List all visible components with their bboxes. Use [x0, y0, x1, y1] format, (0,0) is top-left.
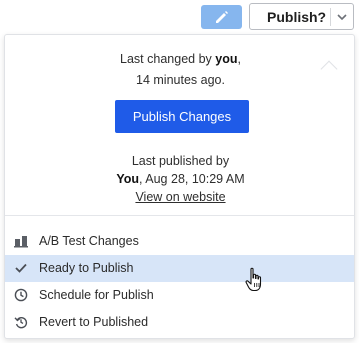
menu-item-label: Schedule for Publish: [39, 288, 154, 302]
menu-item-ab-test[interactable]: A/B Test Changes: [5, 228, 354, 255]
view-on-website-link[interactable]: View on website: [135, 190, 225, 204]
divider: [5, 215, 354, 216]
last-published-date: , Aug 28, 10:29 AM: [139, 172, 245, 186]
ab-test-icon: [14, 234, 28, 248]
last-published-user: You: [116, 172, 140, 186]
publish-options-menu: A/B Test Changes Ready to Publish Schedu…: [5, 228, 354, 336]
hand-cursor-icon: [245, 267, 262, 292]
last-published-info: Last published by You, Aug 28, 10:29 AM …: [5, 152, 356, 206]
edit-button[interactable]: [201, 5, 242, 29]
publish-dropdown-button[interactable]: Publish?: [249, 3, 354, 30]
pencil-icon: [215, 11, 228, 23]
last-changed-info: Last changed by you, 14 minutes ago.: [5, 49, 356, 91]
last-changed-time: 14 minutes ago.: [136, 73, 225, 87]
menu-item-revert[interactable]: Revert to Published: [5, 309, 354, 336]
menu-item-ready-to-publish[interactable]: Ready to Publish: [5, 255, 354, 282]
publish-changes-button[interactable]: Publish Changes: [115, 100, 249, 133]
checkmark-icon: [14, 261, 28, 275]
last-published-label: Last published by: [131, 154, 230, 168]
publish-dropdown-menu: Last changed by you, 14 minutes ago. Pub…: [4, 34, 355, 339]
toolbar: Publish?: [0, 0, 359, 33]
last-changed-user: you: [215, 52, 238, 66]
clock-icon: [14, 288, 28, 302]
last-changed-prefix: Last changed by: [120, 52, 216, 66]
last-changed-suffix: ,: [237, 52, 241, 66]
menu-item-schedule[interactable]: Schedule for Publish: [5, 282, 354, 309]
divider: [330, 8, 331, 26]
chevron-down-icon: [337, 14, 347, 21]
revert-icon: [14, 315, 28, 329]
publish-label: Publish?: [267, 9, 327, 25]
menu-item-label: Revert to Published: [39, 315, 149, 329]
menu-item-label: Ready to Publish: [39, 261, 134, 275]
menu-item-label: A/B Test Changes: [39, 234, 139, 248]
